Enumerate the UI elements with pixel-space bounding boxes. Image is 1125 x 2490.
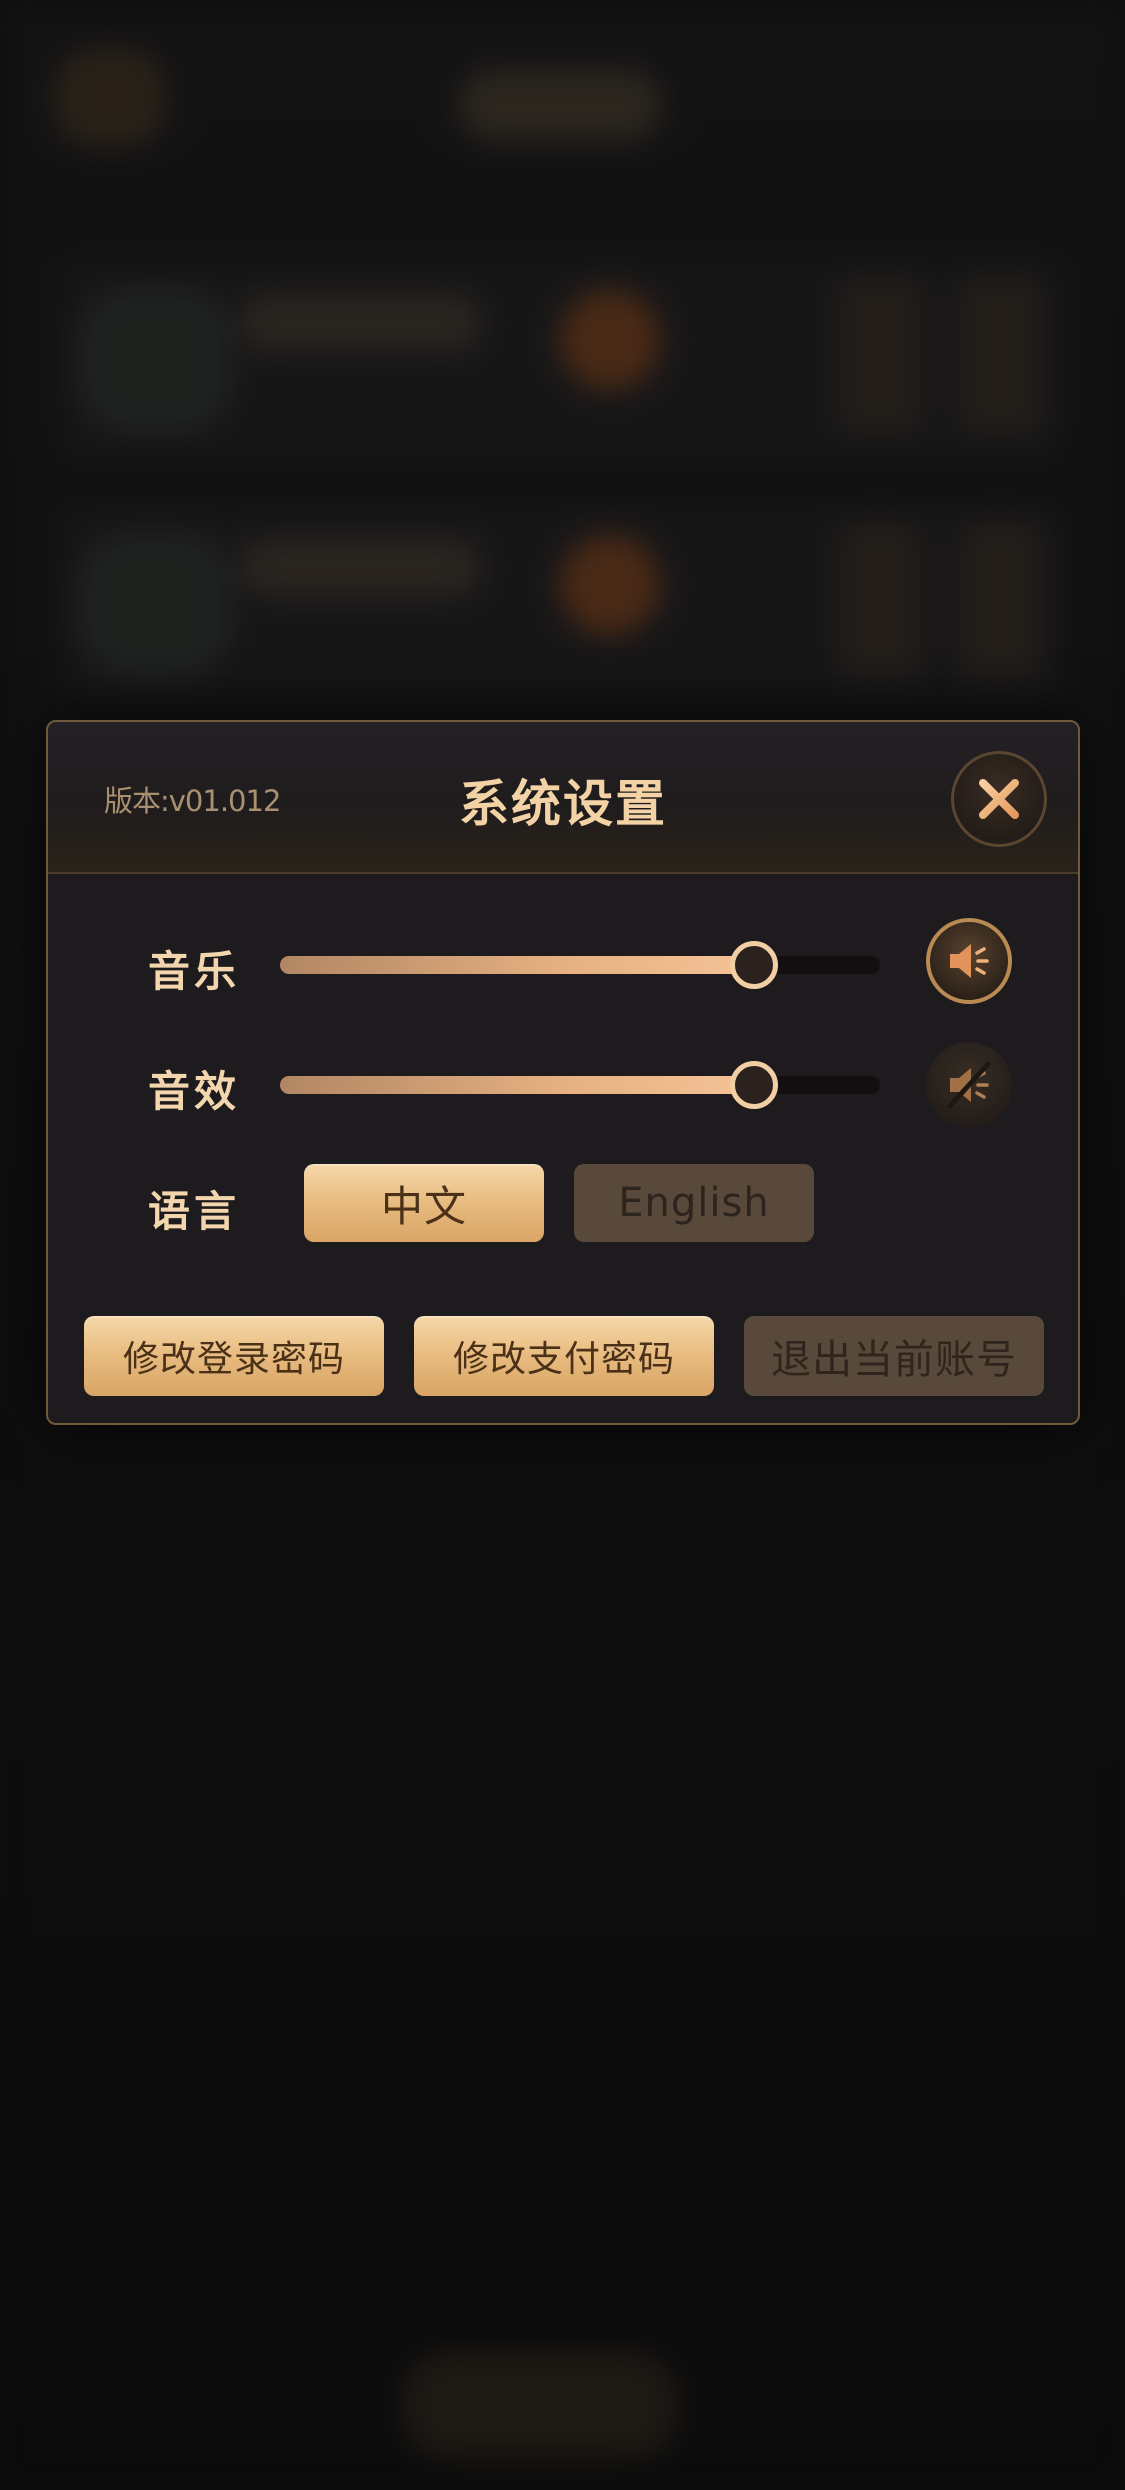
background-orb [560, 290, 660, 390]
screen: 版本:v01.012 系统设置 音乐 音效 语言 中文 English 修改登录… [0, 0, 1125, 2490]
background-thumbnail [80, 535, 230, 675]
effects-slider[interactable] [280, 1061, 880, 1109]
background-text [240, 295, 480, 350]
music-slider-fill [280, 956, 754, 974]
settings-dialog: 版本:v01.012 系统设置 音乐 音效 语言 中文 English 修改登录… [46, 720, 1080, 1425]
music-label: 音乐 [148, 947, 241, 996]
effects-sound-toggle[interactable] [926, 1042, 1012, 1128]
language-label: 语言 [148, 1187, 241, 1236]
background-column [840, 280, 920, 430]
close-icon [979, 779, 1019, 819]
background-column [960, 280, 1040, 430]
effects-label: 音效 [148, 1067, 241, 1116]
background-avatar [55, 50, 165, 145]
music-slider-thumb[interactable] [730, 941, 778, 989]
background-title [460, 70, 660, 140]
speaker-muted-icon [947, 1061, 991, 1109]
dialog-header: 版本:v01.012 系统设置 [48, 722, 1078, 874]
effects-slider-fill [280, 1076, 754, 1094]
logout-button[interactable]: 退出当前账号 [744, 1316, 1044, 1396]
background-footer-button [400, 2350, 680, 2460]
background-thumbnail [80, 290, 230, 430]
background-card [60, 505, 1060, 705]
language-option-english[interactable]: English [574, 1164, 814, 1242]
background-column [960, 525, 1040, 675]
music-sound-toggle[interactable] [926, 918, 1012, 1004]
language-option-chinese[interactable]: 中文 [304, 1164, 544, 1242]
background-text [240, 540, 480, 595]
background-column [840, 525, 920, 675]
dialog-title: 系统设置 [459, 775, 667, 833]
music-slider[interactable] [280, 941, 880, 989]
effects-slider-thumb[interactable] [730, 1061, 778, 1109]
change-login-password-button[interactable]: 修改登录密码 [84, 1316, 384, 1396]
speaker-icon [950, 944, 989, 978]
close-button[interactable] [951, 751, 1047, 847]
background-card [60, 260, 1060, 460]
change-payment-password-button[interactable]: 修改支付密码 [414, 1316, 714, 1396]
background-orb [560, 535, 660, 635]
